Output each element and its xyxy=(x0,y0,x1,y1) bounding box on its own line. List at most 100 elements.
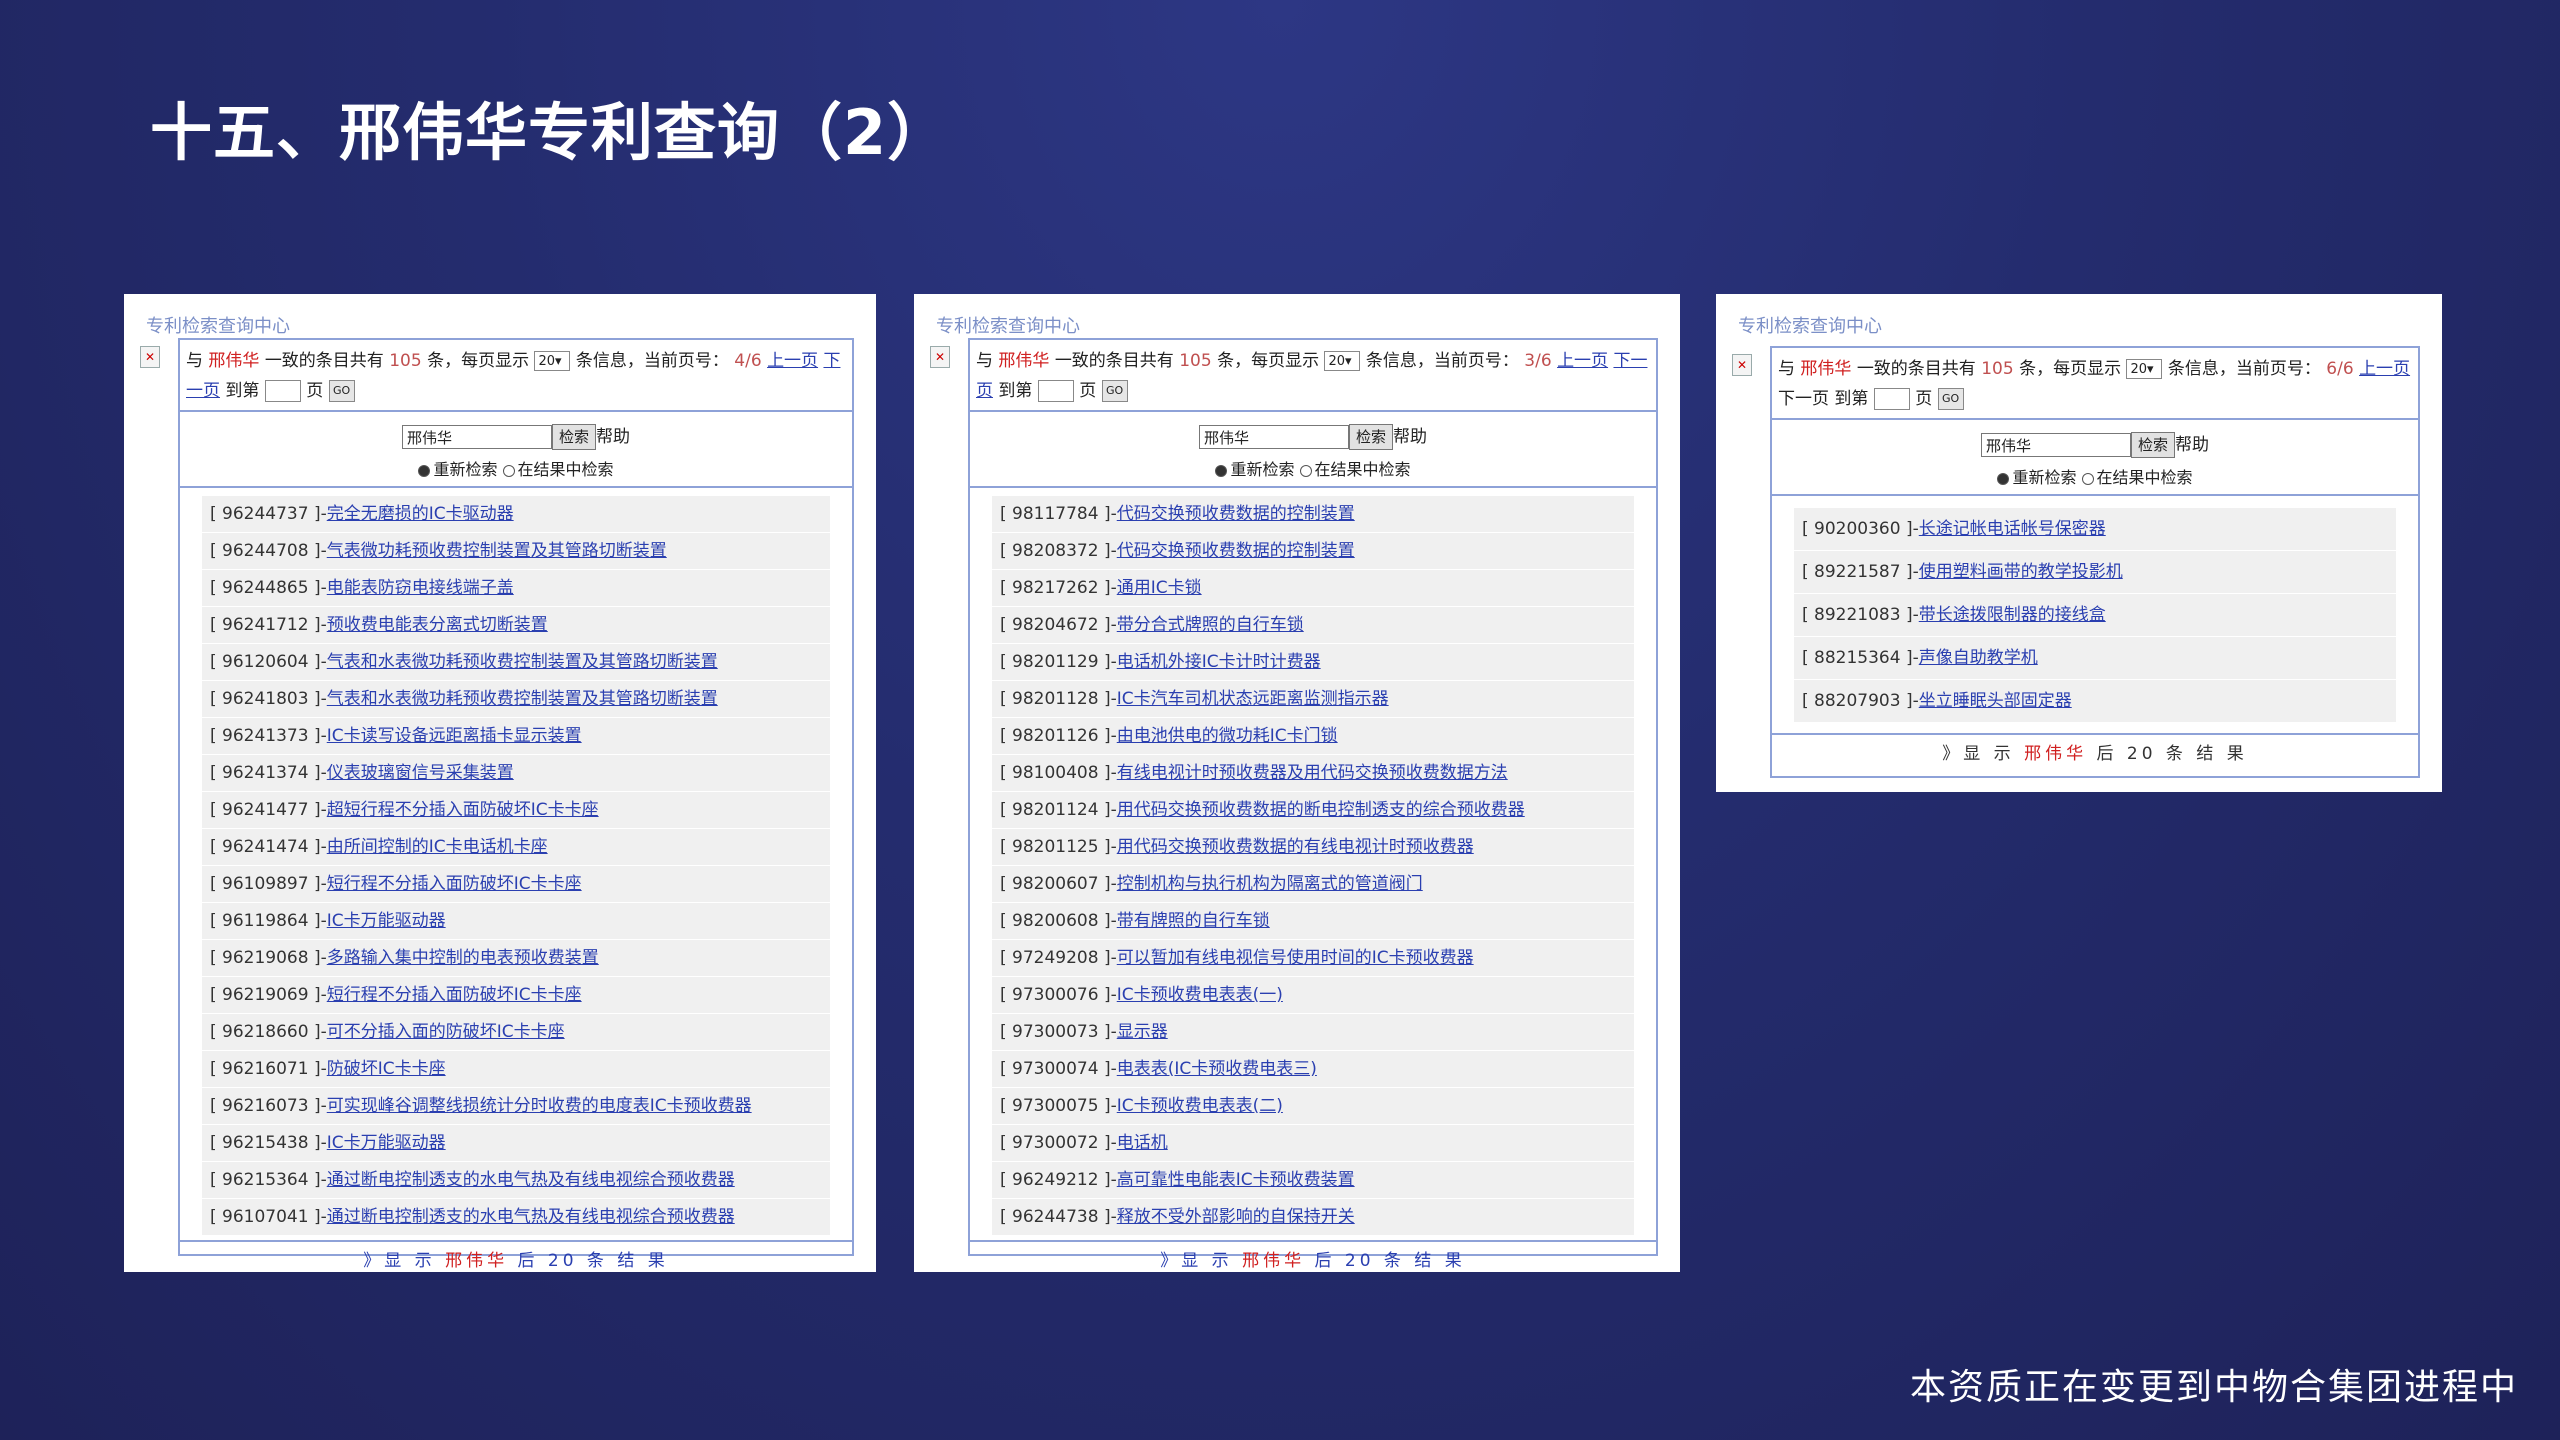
search-input[interactable]: 邢伟华 xyxy=(402,425,552,449)
patent-link[interactable]: 带有牌照的自行车锁 xyxy=(1117,911,1270,931)
radio-search-within[interactable] xyxy=(502,464,515,477)
list-item: [ 98201124 ]-用代码交换预收费数据的断电控制透支的综合预收费器 xyxy=(992,792,1634,829)
patent-link[interactable]: IC卡万能驱动器 xyxy=(327,1133,446,1153)
patent-link[interactable]: 用代码交换预收费数据的有线电视计时预收费器 xyxy=(1117,837,1474,857)
search-area: 邢伟华 检索 帮助 重新检索 在结果中检索 xyxy=(1772,420,2418,496)
close-icon[interactable]: ✕ xyxy=(1732,354,1752,376)
page-jump-input[interactable] xyxy=(1873,388,1910,410)
radio-new-search[interactable] xyxy=(1215,464,1228,477)
show-more-link[interactable]: 》显 示 邢伟华 后 20 条 结 果 xyxy=(180,1240,852,1280)
patent-link[interactable]: IC卡汽车司机状态远距离监测指示器 xyxy=(1117,689,1389,709)
list-item: [ 96244737 ]-完全无磨损的IC卡驱动器 xyxy=(202,496,830,533)
go-button[interactable]: GO xyxy=(1937,388,1964,410)
patent-link[interactable]: IC卡预收费电表表(一) xyxy=(1117,985,1283,1005)
list-item: [ 96249212 ]-高可靠性电能表IC卡预收费装置 xyxy=(992,1162,1634,1199)
patent-link[interactable]: 短行程不分插入面防破坏IC卡卡座 xyxy=(327,874,582,894)
radio-search-within[interactable] xyxy=(2081,472,2094,485)
go-button[interactable]: GO xyxy=(1101,380,1128,402)
search-area: 邢伟华 检索 帮助 重新检索 在结果中检索 xyxy=(970,412,1656,488)
patent-link[interactable]: 代码交换预收费数据的控制装置 xyxy=(1117,504,1355,524)
per-page-select[interactable]: 20▾ xyxy=(2126,359,2163,379)
per-page-select[interactable]: 20▾ xyxy=(1324,351,1361,371)
patent-link[interactable]: 气表和水表微功耗预收费控制装置及其管路切断装置 xyxy=(327,689,718,709)
patent-link[interactable]: 坐立睡眠头部固定器 xyxy=(1919,691,2072,711)
patent-link[interactable]: 完全无磨损的IC卡驱动器 xyxy=(327,504,514,524)
patent-link[interactable]: 通用IC卡锁 xyxy=(1117,578,1202,598)
patent-link[interactable]: IC卡读写设备远距离插卡显示装置 xyxy=(327,726,582,746)
prev-page-link[interactable]: 上一页 xyxy=(1557,351,1608,371)
list-item: [ 97300073 ]-显示器 xyxy=(992,1014,1634,1051)
patent-link[interactable]: 短行程不分插入面防破坏IC卡卡座 xyxy=(327,985,582,1005)
list-item: [ 98201126 ]-由电池供电的微功耗IC卡门锁 xyxy=(992,718,1634,755)
list-item: [ 96219068 ]-多路输入集中控制的电表预收费装置 xyxy=(202,940,830,977)
patent-link[interactable]: 电表表(IC卡预收费电表三) xyxy=(1117,1059,1317,1079)
patent-link[interactable]: 通过断电控制透支的水电气热及有线电视综合预收费器 xyxy=(327,1207,735,1227)
screenshot-panel-page6: 专利检索查询中心 ✕ 与 邢伟华 一致的条目共有 105 条，每页显示 20▾ … xyxy=(1716,294,2442,792)
per-page-select[interactable]: 20▾ xyxy=(534,351,571,371)
prev-page-link[interactable]: 上一页 xyxy=(767,351,818,371)
patent-link[interactable]: 可不分插入面的防破坏IC卡卡座 xyxy=(327,1022,565,1042)
list-item: [ 97249208 ]-可以暂加有线电视信号使用时间的IC卡预收费器 xyxy=(992,940,1634,977)
search-input[interactable]: 邢伟华 xyxy=(1199,425,1349,449)
patent-link[interactable]: 长途记帐电话帐号保密器 xyxy=(1919,519,2106,539)
result-list: [ 98117784 ]-代码交换预收费数据的控制装置 [ 98208372 ]… xyxy=(970,488,1656,1240)
list-item: [ 98200607 ]-控制机构与执行机构为隔离式的管道阀门 xyxy=(992,866,1634,903)
patent-link[interactable]: 电能表防窃电接线端子盖 xyxy=(327,578,514,598)
search-input[interactable]: 邢伟华 xyxy=(1981,433,2131,457)
help-link[interactable]: 帮助 xyxy=(2175,435,2209,455)
patent-link[interactable]: 通过断电控制透支的水电气热及有线电视综合预收费器 xyxy=(327,1170,735,1190)
patent-link[interactable]: 气表和水表微功耗预收费控制装置及其管路切断装置 xyxy=(327,652,718,672)
patent-link[interactable]: 防破坏IC卡卡座 xyxy=(327,1059,446,1079)
patent-link[interactable]: 由电池供电的微功耗IC卡门锁 xyxy=(1117,726,1338,746)
list-item: [ 96241374 ]-仪表玻璃窗信号采集装置 xyxy=(202,755,830,792)
radio-new-search[interactable] xyxy=(1997,472,2010,485)
patent-link[interactable]: 气表微功耗预收费控制装置及其管路切断装置 xyxy=(327,541,667,561)
patent-link[interactable]: 用代码交换预收费数据的断电控制透支的综合预收费器 xyxy=(1117,800,1525,820)
search-button[interactable]: 检索 xyxy=(552,424,596,450)
page-jump-input[interactable] xyxy=(1037,380,1074,402)
patent-link[interactable]: 显示器 xyxy=(1117,1022,1168,1042)
radio-new-search[interactable] xyxy=(418,464,431,477)
patent-link[interactable]: 声像自助教学机 xyxy=(1919,648,2038,668)
patent-link[interactable]: IC卡万能驱动器 xyxy=(327,911,446,931)
patent-link[interactable]: 代码交换预收费数据的控制装置 xyxy=(1117,541,1355,561)
page-jump-input[interactable] xyxy=(264,380,301,402)
footer-note: 本资质正在变更到中物合集团进程中 xyxy=(1909,1367,2518,1408)
radio-search-within[interactable] xyxy=(1299,464,1312,477)
patent-link[interactable]: 释放不受外部影响的自保持开关 xyxy=(1117,1207,1355,1227)
patent-link[interactable]: IC卡预收费电表表(二) xyxy=(1117,1096,1283,1116)
screenshot-panel-page3: 专利检索查询中心 ✕ 与 邢伟华 一致的条目共有 105 条，每页显示 20▾ … xyxy=(914,294,1680,1272)
close-icon[interactable]: ✕ xyxy=(930,346,950,368)
patent-link[interactable]: 控制机构与执行机构为隔离式的管道阀门 xyxy=(1117,874,1423,894)
list-item: [ 96244865 ]-电能表防窃电接线端子盖 xyxy=(202,570,830,607)
patent-link[interactable]: 预收费电能表分离式切断装置 xyxy=(327,615,548,635)
search-button[interactable]: 检索 xyxy=(1349,424,1393,450)
patent-link[interactable]: 由所间控制的IC卡电话机卡座 xyxy=(327,837,548,857)
list-item: [ 96109897 ]-短行程不分插入面防破坏IC卡卡座 xyxy=(202,866,830,903)
close-icon[interactable]: ✕ xyxy=(140,346,160,368)
patent-link[interactable]: 可实现峰谷调整线损统计分时收费的电度表IC卡预收费器 xyxy=(327,1096,752,1116)
next-page-label: 下一页 xyxy=(1778,389,1829,409)
patent-link[interactable]: 使用塑料画带的教学投影机 xyxy=(1919,562,2123,582)
go-button[interactable]: GO xyxy=(328,380,355,402)
help-link[interactable]: 帮助 xyxy=(1393,427,1427,447)
list-item: [ 96216071 ]-防破坏IC卡卡座 xyxy=(202,1051,830,1088)
slide-title: 十五、邢伟华专利查询（2） xyxy=(150,96,951,169)
patent-link[interactable]: 电话机外接IC卡计时计费器 xyxy=(1117,652,1321,672)
patent-link[interactable]: 带长途拨限制器的接线盒 xyxy=(1919,605,2106,625)
current-page: 3/6 xyxy=(1524,351,1552,371)
brand-label: 专利检索查询中心 xyxy=(936,316,1080,337)
patent-link[interactable]: 多路输入集中控制的电表预收费装置 xyxy=(327,948,599,968)
patent-link[interactable]: 电话机 xyxy=(1117,1133,1168,1153)
search-button[interactable]: 检索 xyxy=(2131,432,2175,458)
patent-link[interactable]: 仪表玻璃窗信号采集装置 xyxy=(327,763,514,783)
prev-page-link[interactable]: 上一页 xyxy=(2359,359,2410,379)
list-item: [ 96241803 ]-气表和水表微功耗预收费控制装置及其管路切断装置 xyxy=(202,681,830,718)
show-more-link[interactable]: 》显 示 邢伟华 后 20 条 结 果 xyxy=(970,1240,1656,1280)
help-link[interactable]: 帮助 xyxy=(596,427,630,447)
patent-link[interactable]: 高可靠性电能表IC卡预收费装置 xyxy=(1117,1170,1355,1190)
patent-link[interactable]: 可以暂加有线电视信号使用时间的IC卡预收费器 xyxy=(1117,948,1474,968)
patent-link[interactable]: 有线电视计时预收费器及用代码交换预收费数据方法 xyxy=(1117,763,1508,783)
patent-link[interactable]: 超短行程不分插入面防破坏IC卡卡座 xyxy=(327,800,599,820)
patent-link[interactable]: 带分合式牌照的自行车锁 xyxy=(1117,615,1304,635)
